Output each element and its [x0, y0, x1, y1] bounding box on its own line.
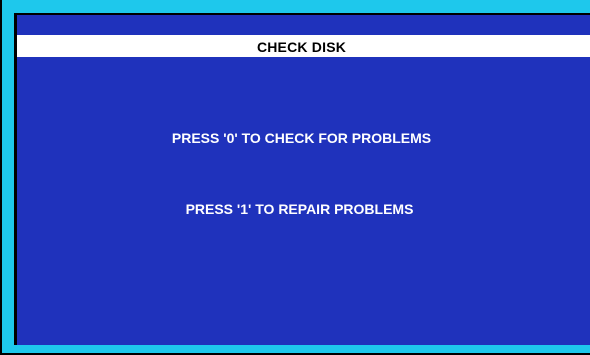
dialog-title: CHECK DISK	[256, 39, 347, 55]
check-disk-screen: CHECK DISK PRESS '0' TO CHECK FOR PROBLE…	[14, 13, 590, 345]
option-check-problems[interactable]: PRESS '0' TO CHECK FOR PROBLEMS	[15, 130, 588, 146]
option-repair-problems[interactable]: PRESS '1' TO REPAIR PROBLEMS	[13, 201, 586, 217]
title-bar: CHECK DISK	[17, 35, 590, 57]
outer-frame: CHECK DISK PRESS '0' TO CHECK FOR PROBLE…	[0, 0, 590, 355]
